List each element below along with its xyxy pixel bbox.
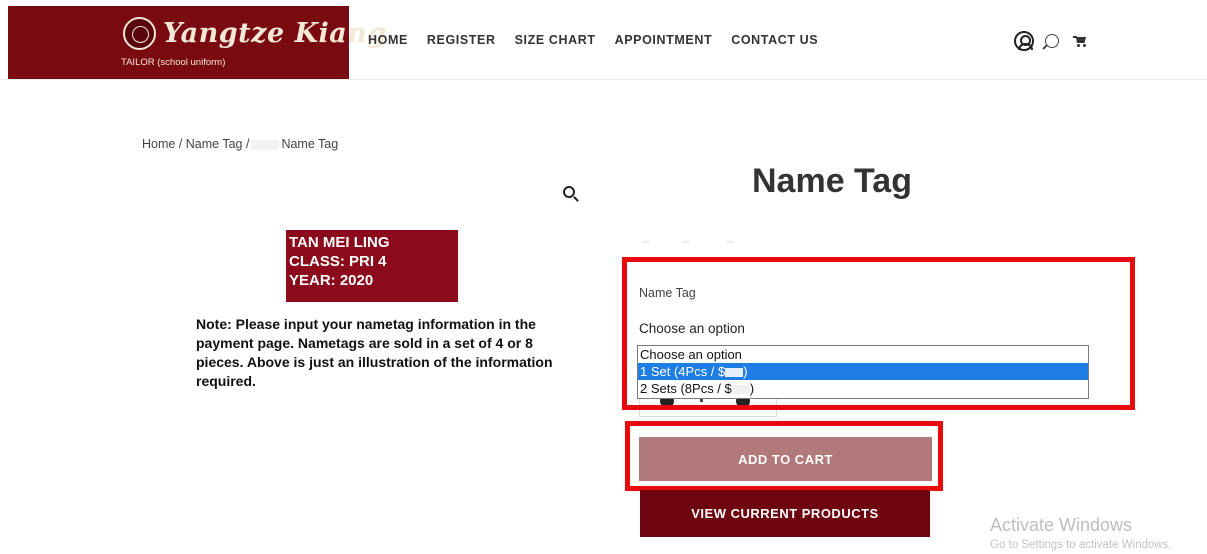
- redacted-price: [725, 368, 744, 378]
- redacted-price: [731, 385, 750, 395]
- nav-appointment[interactable]: APPOINTMENT: [615, 33, 713, 47]
- option-1-set[interactable]: 1 Set (4Pcs / $): [638, 363, 1088, 380]
- user-account-icon[interactable]: [1014, 31, 1034, 51]
- breadcrumb-current: Name Tag: [281, 137, 339, 151]
- breadcrumb-path[interactable]: Home / Name Tag /: [142, 137, 249, 151]
- main-nav: HOME REGISTER SIZE CHART APPOINTMENT CON…: [368, 33, 837, 47]
- nametag-sample-image: TAN MEI LING CLASS: PRI 4 YEAR: 2020: [286, 230, 458, 302]
- logo-subtitle: TAILOR (school uniform): [121, 57, 226, 68]
- logo-wordmark: Yangtze Kiang: [163, 18, 387, 49]
- product-title: Name Tag: [752, 162, 912, 200]
- activate-windows-title: Activate Windows: [990, 515, 1133, 535]
- zoom-icon[interactable]: [563, 186, 575, 198]
- option-2-sets[interactable]: 2 Sets (8Pcs / $): [638, 380, 1088, 397]
- product-note: Note: Please input your nametag informat…: [196, 316, 553, 389]
- nav-size-chart[interactable]: SIZE CHART: [515, 33, 596, 47]
- activate-windows-subtitle: Go to Settings to activate Windows.: [990, 539, 1172, 551]
- breadcrumb: Home / Name Tag / Name Tag: [142, 137, 338, 151]
- product-page: Yangtze Kiang TAILOR (school uniform) HO…: [0, 0, 1207, 554]
- breadcrumb-redacted: [251, 139, 280, 150]
- cart-icon[interactable]: [1073, 36, 1087, 47]
- logo-emblem-icon: [123, 17, 156, 50]
- site-logo[interactable]: Yangtze Kiang TAILOR (school uniform): [8, 6, 386, 79]
- view-current-products-button[interactable]: VIEW CURRENT PRODUCTS: [640, 490, 930, 537]
- nav-register[interactable]: REGISTER: [427, 33, 496, 47]
- divider: [642, 241, 734, 243]
- tag-line-name: TAN MEI LING: [289, 234, 390, 251]
- nav-contact-us[interactable]: CONTACT US: [731, 33, 818, 47]
- search-icon[interactable]: [1045, 34, 1059, 48]
- variation-dropdown-list[interactable]: Choose an option 1 Set (4Pcs / $) 2 Sets…: [637, 345, 1089, 399]
- site-header: Yangtze Kiang TAILOR (school uniform) HO…: [0, 0, 1207, 80]
- nav-home[interactable]: HOME: [368, 33, 408, 47]
- option-choose[interactable]: Choose an option: [638, 346, 1088, 363]
- tag-line-year: YEAR: 2020: [289, 272, 374, 289]
- highlight-box-add-to-cart: [625, 421, 943, 491]
- tag-line-class: CLASS: PRI 4: [289, 253, 387, 270]
